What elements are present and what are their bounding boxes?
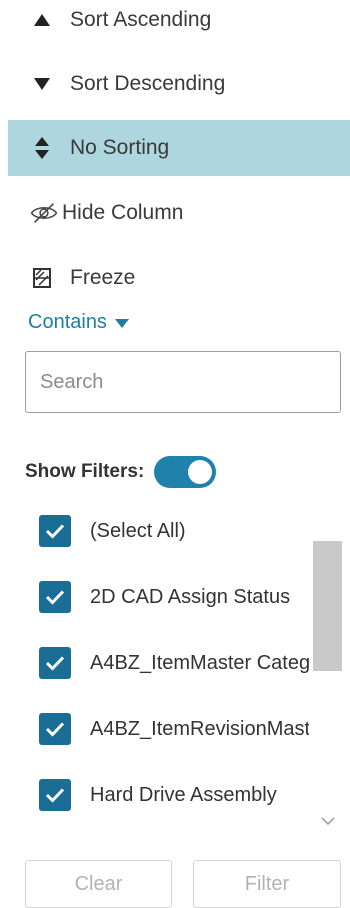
checkbox-checked-icon[interactable] bbox=[39, 779, 71, 811]
list-item[interactable]: A4BZ_ItemMaster Category bbox=[39, 643, 309, 683]
list-item[interactable]: A4BZ_ItemRevisionMaster bbox=[39, 709, 309, 749]
menu-item-freeze[interactable]: Freeze bbox=[8, 250, 350, 306]
list-item-label: A4BZ_ItemMaster Category bbox=[90, 651, 309, 674]
triangle-down-icon bbox=[28, 78, 56, 90]
show-filters-row: Show Filters: bbox=[25, 456, 217, 488]
menu-item-label: Sort Descending bbox=[70, 72, 226, 95]
checkbox-checked-icon[interactable] bbox=[39, 581, 71, 613]
menu-item-sort-descending[interactable]: Sort Descending bbox=[8, 56, 350, 112]
scroll-thumb[interactable] bbox=[313, 541, 342, 671]
list-item-select-all[interactable]: (Select All) bbox=[39, 511, 309, 551]
filter-value-list: (Select All) 2D CAD Assign Status A4BZ_I… bbox=[25, 505, 343, 835]
search-input[interactable] bbox=[25, 351, 341, 413]
show-filters-label: Show Filters: bbox=[25, 461, 145, 482]
list-item-label: (Select All) bbox=[90, 519, 186, 542]
show-filters-toggle[interactable] bbox=[154, 456, 217, 488]
list-item-label: Hard Drive Assembly bbox=[90, 783, 277, 806]
filter-operator-dropdown[interactable]: Contains bbox=[28, 311, 129, 334]
filter-button[interactable]: Filter bbox=[193, 860, 341, 908]
menu-item-label: Hide Column bbox=[62, 201, 184, 224]
list-item-label: A4BZ_ItemRevisionMaster bbox=[90, 717, 309, 740]
menu-item-no-sorting[interactable]: No Sorting bbox=[8, 120, 350, 176]
caret-down-icon bbox=[114, 311, 129, 334]
menu-item-label: Freeze bbox=[70, 266, 136, 289]
triangle-up-icon bbox=[28, 14, 56, 26]
menu-item-label: No Sorting bbox=[70, 136, 170, 159]
scroll-down-icon[interactable] bbox=[313, 807, 342, 835]
checkbox-checked-icon[interactable] bbox=[39, 515, 71, 547]
list-item-label: 2D CAD Assign Status bbox=[90, 585, 291, 608]
clear-button[interactable]: Clear bbox=[25, 860, 172, 908]
toggle-knob bbox=[188, 460, 213, 484]
sort-both-icon bbox=[28, 137, 56, 159]
eye-slash-icon bbox=[30, 199, 58, 227]
list-item[interactable]: 2D CAD Assign Status bbox=[39, 577, 309, 617]
checkbox-checked-icon[interactable] bbox=[39, 647, 71, 679]
menu-item-label: Sort Ascending bbox=[70, 8, 212, 31]
list-item[interactable]: Hard Drive Assembly bbox=[39, 775, 309, 815]
checkbox-checked-icon[interactable] bbox=[39, 713, 71, 745]
filter-operator-label: Contains bbox=[28, 311, 107, 333]
menu-item-hide-column[interactable]: Hide Column bbox=[8, 185, 350, 241]
freeze-icon bbox=[28, 268, 56, 288]
menu-item-sort-ascending[interactable]: Sort Ascending bbox=[8, 0, 350, 48]
